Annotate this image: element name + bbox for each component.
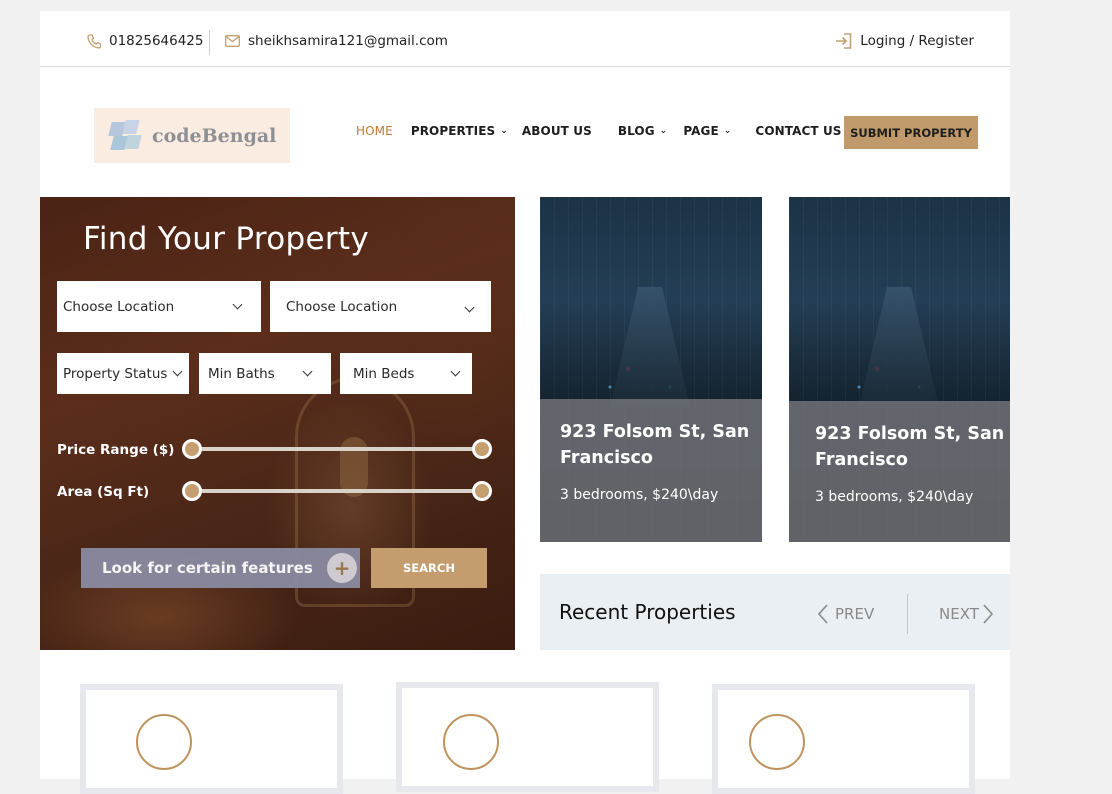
feature-box <box>80 684 343 794</box>
email-contact[interactable]: sheikhsamira121@gmail.com <box>225 33 448 49</box>
phone-number: 01825646425 <box>109 33 204 49</box>
login-icon <box>836 33 852 49</box>
nav-about-us[interactable]: ABOUT US <box>522 124 592 138</box>
logo-mark-icon <box>106 116 150 156</box>
property-status-value: Property Status <box>63 365 168 382</box>
location-select-2-value: Choose Location <box>286 298 398 315</box>
site-logo[interactable]: codeBengal <box>94 108 290 163</box>
property-description: 3 bedrooms, $240\day <box>560 487 719 503</box>
nav-blog-label: BLOG <box>617 124 655 138</box>
nav-contact-us[interactable]: CONTACT US <box>755 124 841 138</box>
nav-home-label: HOME <box>356 124 393 138</box>
pager-divider <box>907 594 908 634</box>
location-select-2[interactable]: Choose Location <box>270 281 491 332</box>
topbar-divider <box>209 30 210 55</box>
nav-home[interactable]: HOME <box>356 124 393 138</box>
top-bar: 01825646425 sheikhsamira121@gmail.com Lo… <box>40 11 1010 67</box>
panel-background-decor <box>340 437 368 497</box>
area-range-slider[interactable] <box>182 481 492 501</box>
main-nav: HOME PROPERTIES ⌄ ABOUT US BLOG ⌄ PAGE ⌄ CO… <box>356 124 860 138</box>
search-button[interactable]: SEARCH <box>371 548 487 588</box>
nav-page[interactable]: PAGE ⌄ <box>683 124 731 138</box>
nav-properties-label: PROPERTIES <box>410 124 496 138</box>
circle-icon <box>749 714 805 770</box>
location-select-1-value: Choose Location <box>63 298 175 315</box>
search-panel: Find Your Property Choose Location Choos… <box>40 197 515 650</box>
location-select-1[interactable]: Choose Location <box>57 281 261 332</box>
property-title[interactable]: 923 Folsom St, San Francisco <box>815 421 1005 473</box>
submit-property-button[interactable]: SUBMIT PROPERTY <box>844 116 978 149</box>
min-baths-select[interactable]: Min Baths <box>199 353 331 394</box>
plus-icon[interactable]: + <box>327 553 357 583</box>
chevron-down-icon: ⌄ <box>500 126 508 136</box>
prev-button[interactable]: PREV <box>817 604 874 624</box>
nav-about-label: ABOUT US <box>521 124 592 138</box>
price-max-handle[interactable] <box>472 439 492 459</box>
property-status-select[interactable]: Property Status <box>57 353 189 394</box>
nav-blog[interactable]: BLOG ⌄ <box>618 124 667 138</box>
login-register-link[interactable]: Loging / Register <box>835 33 974 49</box>
chevron-down-icon: ⌄ <box>723 126 732 136</box>
next-button[interactable]: NEXT <box>939 604 994 624</box>
features-toggle-label: Look for certain features <box>102 559 313 577</box>
mail-icon <box>225 35 240 47</box>
min-beds-select[interactable]: Min Beds <box>340 353 472 394</box>
chevron-down-icon <box>172 366 183 376</box>
area-min-handle[interactable] <box>182 481 202 501</box>
nav-contact-label: CONTACT US <box>755 124 842 138</box>
price-min-handle[interactable] <box>182 439 202 459</box>
price-range-label: Price Range ($) <box>57 442 175 458</box>
email-address: sheikhsamira121@gmail.com <box>248 33 448 49</box>
chevron-down-icon <box>450 366 461 376</box>
area-range-label: Area (Sq Ft) <box>57 484 150 500</box>
property-description: 3 bedrooms, $240\day <box>815 489 974 505</box>
feature-box <box>396 682 659 792</box>
price-range-slider[interactable] <box>182 439 492 459</box>
next-label: NEXT <box>939 605 979 623</box>
property-card[interactable]: 923 Folsom St, San Francisco 3 bedrooms,… <box>540 197 762 542</box>
min-baths-value: Min Baths <box>208 365 275 382</box>
property-title[interactable]: 923 Folsom St, San Francisco <box>560 419 750 471</box>
recent-properties-bar: Recent Properties PREV NEXT <box>540 574 1010 650</box>
min-beds-value: Min Beds <box>353 365 415 382</box>
features-toggle[interactable]: Look for certain features + <box>81 548 360 588</box>
phone-contact[interactable]: 01825646425 <box>87 33 203 49</box>
circle-icon <box>136 714 192 770</box>
page: 01825646425 sheikhsamira121@gmail.com Lo… <box>40 11 1010 794</box>
chevron-left-icon <box>817 604 828 624</box>
prev-label: PREV <box>835 605 875 623</box>
property-card-overlay: 923 Folsom St, San Francisco 3 bedrooms,… <box>789 401 1010 542</box>
logo-text: codeBengal <box>152 124 277 147</box>
recent-properties-title: Recent Properties <box>559 600 736 624</box>
phone-icon <box>87 33 101 49</box>
feature-box <box>712 684 975 794</box>
area-max-handle[interactable] <box>472 481 492 501</box>
chevron-down-icon <box>232 299 243 309</box>
chevron-right-icon <box>983 604 993 624</box>
chevron-down-icon <box>302 366 313 376</box>
property-card-overlay: 923 Folsom St, San Francisco 3 bedrooms,… <box>540 399 762 542</box>
chevron-down-icon <box>464 302 475 312</box>
chevron-down-icon: ⌄ <box>659 126 668 136</box>
property-card[interactable]: 923 Folsom St, San Francisco 3 bedrooms,… <box>789 197 1010 542</box>
search-title: Find Your Property <box>83 221 369 257</box>
circle-icon <box>443 714 499 770</box>
nav-page-label: PAGE <box>683 124 719 138</box>
nav-properties[interactable]: PROPERTIES ⌄ <box>411 124 508 138</box>
login-register-label: Loging / Register <box>860 33 974 49</box>
